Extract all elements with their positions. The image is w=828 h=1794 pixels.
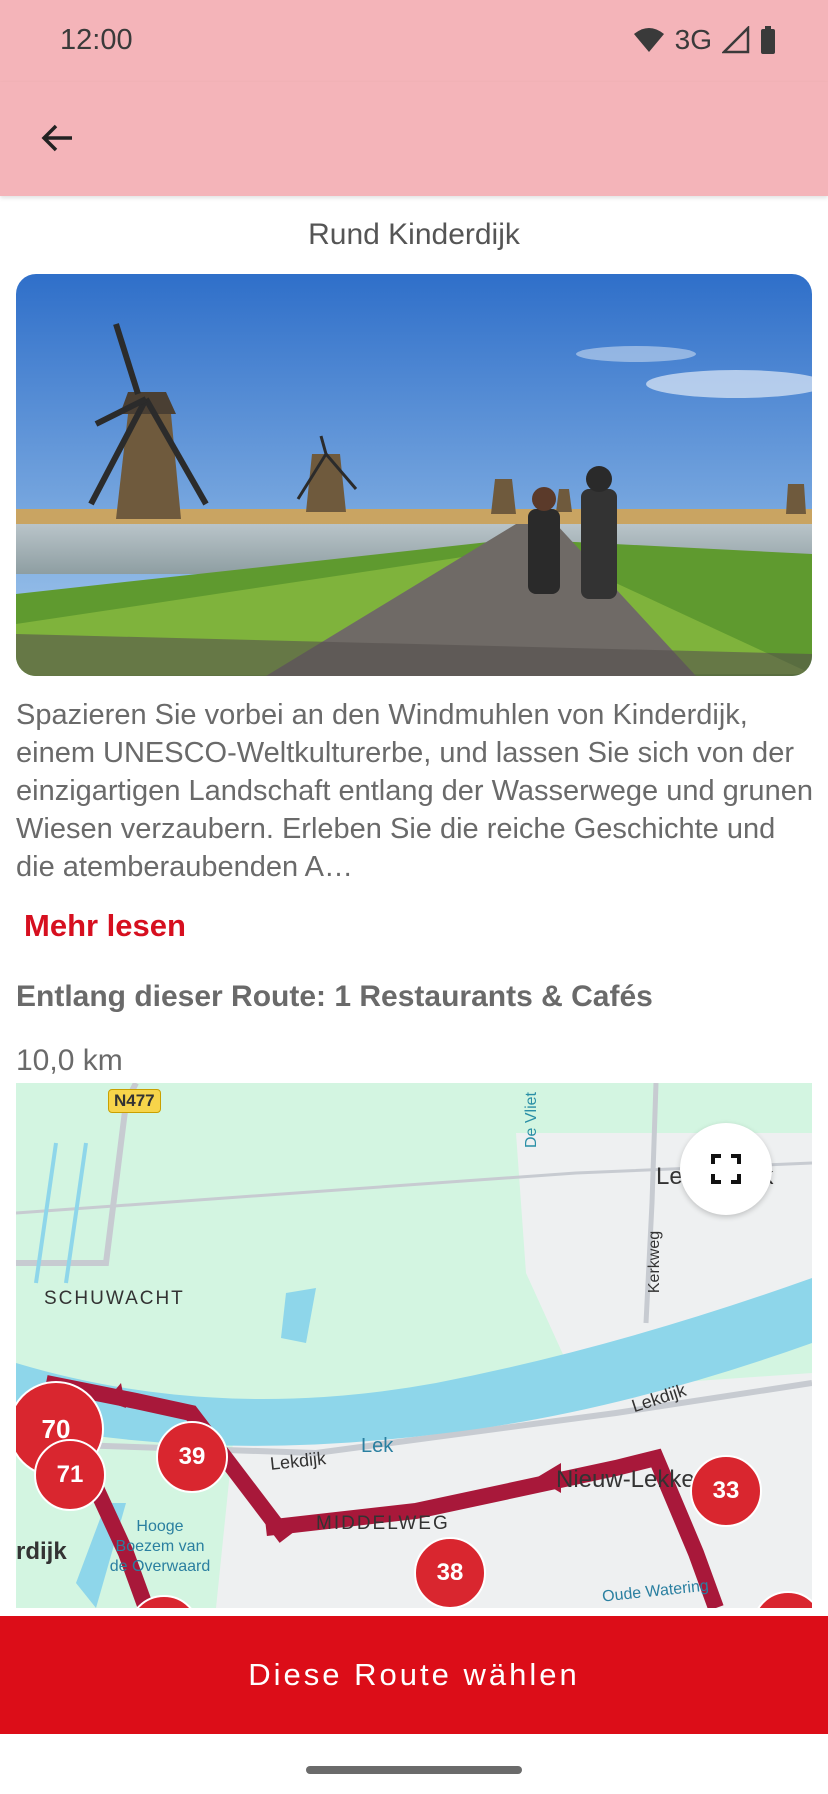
choose-route-button[interactable]: Diese Route wählen — [0, 1616, 828, 1734]
map-label-schuwacht: SCHUWACHT — [44, 1288, 185, 1309]
status-time: 12:00 — [60, 24, 133, 56]
navigation-bar — [0, 1734, 828, 1794]
home-indicator[interactable] — [306, 1766, 522, 1774]
map-label-kerkweg: Kerkweg — [646, 1230, 664, 1294]
map-label-kinderdijk: rdijk — [16, 1538, 67, 1565]
along-route-summary: Entlang dieser Route: 1 Restaurants & Ca… — [16, 980, 653, 1013]
route-marker[interactable]: 71 — [34, 1439, 106, 1511]
map-label-n477: N477 — [108, 1089, 161, 1113]
back-button[interactable] — [28, 108, 88, 168]
arrow-left-icon — [41, 124, 72, 152]
route-marker[interactable]: 39 — [156, 1421, 228, 1493]
status-icons: 3G — [633, 24, 776, 56]
map-label-lek: Lek — [361, 1435, 394, 1457]
route-map[interactable]: N477 De Vliet Lekkerkerk Kerkweg SCHUWAC… — [16, 1083, 812, 1608]
route-title: Rund Kinderdijk — [308, 218, 520, 251]
wifi-icon — [633, 28, 664, 52]
signal-icon — [722, 26, 750, 54]
network-type: 3G — [674, 24, 712, 55]
hero-image — [16, 274, 812, 676]
route-marker[interactable]: 38 — [414, 1537, 486, 1608]
route-description: Spazieren Sie vorbei an den Windmuhlen v… — [16, 699, 813, 883]
map-label-de-vliet: De Vliet — [523, 1091, 541, 1149]
map-label-middelweg: MIDDELWEG — [316, 1513, 450, 1534]
map-label-hooge-boezem: Hooge Boezem van de Overwaard — [109, 1518, 211, 1575]
windmill-landscape-image — [16, 274, 812, 676]
read-more-link[interactable]: Mehr lesen — [24, 908, 186, 944]
app-bar — [0, 82, 828, 196]
fullscreen-button[interactable] — [680, 1123, 772, 1215]
battery-icon — [761, 26, 775, 54]
status-bar: 12:00 3G — [0, 0, 828, 82]
fullscreen-icon — [711, 1154, 741, 1184]
route-distance: 10,0 km — [16, 1044, 123, 1077]
route-marker[interactable]: 33 — [690, 1455, 762, 1527]
